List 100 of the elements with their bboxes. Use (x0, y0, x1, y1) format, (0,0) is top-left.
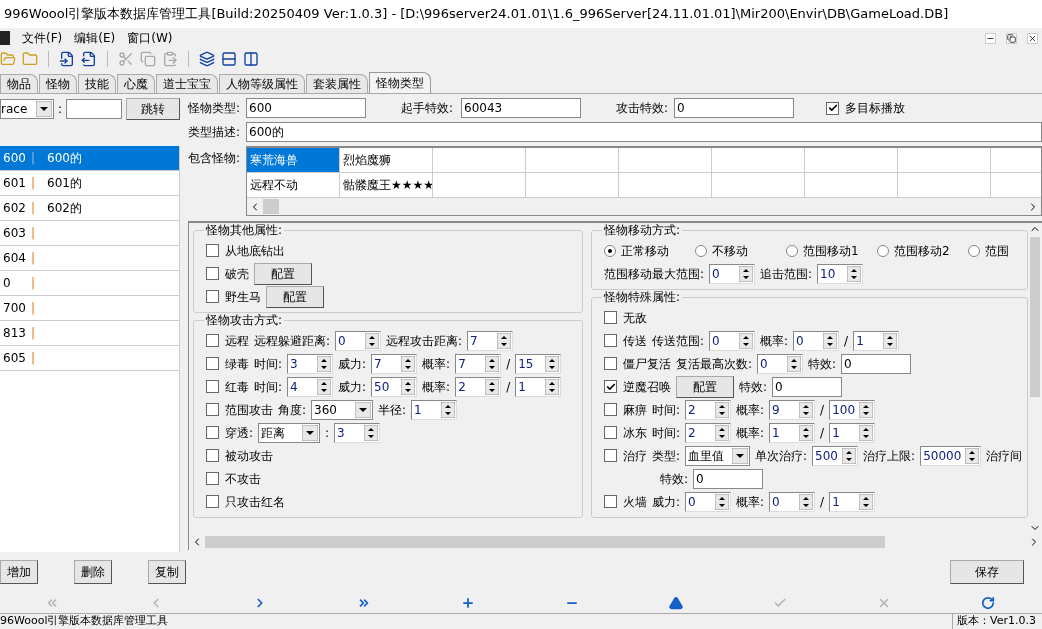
checkbox[interactable] (206, 380, 219, 393)
input-field[interactable] (66, 99, 123, 119)
radio-button[interactable] (877, 244, 889, 257)
spin-field[interactable]: 1 (515, 376, 562, 397)
action-button[interactable]: 复制 (148, 560, 186, 584)
list-row[interactable]: 604 | (0, 246, 179, 271)
spin-arrows-icon[interactable] (965, 447, 980, 464)
spin-arrows-icon[interactable] (497, 332, 512, 349)
spin-field[interactable]: 1 (769, 422, 816, 443)
checkbox[interactable] (604, 495, 617, 508)
dropdown[interactable]: race (0, 99, 54, 119)
checkbox[interactable] (604, 403, 617, 416)
spin-field[interactable]: 2 (685, 399, 732, 420)
config-button[interactable]: 配置 (254, 262, 312, 285)
tab[interactable]: 人物等级属性 (219, 74, 305, 93)
spin-arrows-icon[interactable] (364, 424, 379, 441)
scroll-thumb[interactable] (1030, 237, 1040, 397)
checkbox[interactable] (604, 311, 617, 324)
checkbox[interactable] (206, 290, 219, 303)
checkbox[interactable] (604, 357, 617, 370)
spin-arrows-icon[interactable] (859, 493, 874, 510)
checkbox[interactable] (206, 357, 219, 370)
spin-arrows-icon[interactable] (545, 378, 560, 395)
radio-button[interactable] (786, 244, 798, 257)
spin-field[interactable]: 7 (467, 330, 514, 351)
checkbox[interactable] (206, 449, 219, 462)
action-button[interactable]: 增加 (0, 560, 38, 584)
input-field[interactable]: 0 (772, 376, 843, 397)
spin-field[interactable]: 0 (335, 330, 382, 351)
scroll-thumb[interactable] (263, 199, 279, 214)
spin-field[interactable]: 0 (709, 330, 756, 351)
spin-field[interactable]: 9 (769, 399, 816, 420)
spin-arrows-icon[interactable] (485, 355, 500, 372)
radio-button[interactable] (695, 244, 707, 257)
spin-arrows-icon[interactable] (365, 332, 380, 349)
radio-button[interactable] (968, 244, 980, 257)
checkbox[interactable] (206, 495, 219, 508)
spin-arrows-icon[interactable] (859, 401, 874, 418)
spin-field[interactable]: 7 (371, 353, 418, 374)
spin-arrows-icon[interactable] (823, 332, 838, 349)
spin-field[interactable]: 2 (685, 422, 732, 443)
spin-field[interactable]: 1 (853, 330, 900, 351)
file-in-icon[interactable] (59, 51, 75, 67)
spin-arrows-icon[interactable] (842, 447, 857, 464)
list-row[interactable]: 700 | (0, 296, 179, 321)
spin-arrows-icon[interactable] (715, 493, 730, 510)
spin-field[interactable]: 500 (812, 445, 859, 466)
menu-item[interactable]: 窗口(W) (121, 29, 179, 47)
spin-arrows-icon[interactable] (739, 265, 754, 282)
refresh-icon[interactable] (981, 595, 995, 610)
spin-arrows-icon[interactable] (787, 355, 802, 372)
tab[interactable]: 心魔 (117, 74, 155, 93)
spin-field[interactable]: 1 (829, 491, 876, 512)
tab[interactable]: 道士宝宝 (156, 74, 218, 93)
plus-icon[interactable] (461, 595, 475, 610)
caret-icon[interactable] (355, 401, 372, 418)
tile-vertical-icon[interactable] (243, 51, 259, 67)
spin-arrows-icon[interactable] (739, 332, 754, 349)
input-field[interactable]: 0 (693, 468, 764, 489)
restore-icon[interactable] (1006, 32, 1017, 44)
spin-arrows-icon[interactable] (859, 424, 874, 441)
jump-button[interactable]: 跳转 (126, 98, 180, 120)
menu-item[interactable]: 文件(F) (16, 29, 69, 47)
spin-field[interactable]: 0 (709, 263, 756, 284)
input-field[interactable]: 0 (674, 98, 794, 118)
tab[interactable]: 技能 (78, 74, 116, 93)
spin-field[interactable]: 50 (371, 376, 418, 397)
checkbox[interactable] (206, 426, 219, 439)
triangle-icon[interactable] (669, 595, 683, 610)
list-row[interactable]: 602 | 602的 (0, 196, 179, 221)
spin-field[interactable]: 3 (287, 353, 334, 374)
list-row[interactable]: 0 | (0, 271, 179, 296)
spin-arrows-icon[interactable] (799, 424, 814, 441)
checkbox[interactable] (826, 101, 839, 115)
cascade-windows-icon[interactable] (199, 51, 215, 67)
input-field[interactable]: 600 (246, 98, 366, 118)
spin-field[interactable]: 1 (829, 422, 876, 443)
scroll-thumb[interactable] (205, 536, 885, 548)
checkbox[interactable] (604, 334, 617, 347)
grid-cell[interactable]: 烈焰魔狮 (340, 148, 433, 172)
caret-icon[interactable] (732, 447, 749, 464)
tab[interactable]: 套装属性 (306, 74, 368, 93)
list-row[interactable]: 600 | 600的 (0, 146, 179, 171)
spin-field[interactable]: 50000 (920, 445, 982, 466)
menu-item[interactable]: 编辑(E) (68, 29, 122, 47)
spin-field[interactable]: 10 (817, 263, 864, 284)
spin-field[interactable]: 0 (685, 491, 732, 512)
spin-field[interactable]: 0 (769, 491, 816, 512)
tile-horizontal-icon[interactable] (221, 51, 237, 67)
spin-arrows-icon[interactable] (441, 401, 456, 418)
checkbox[interactable] (206, 334, 219, 347)
spin-field[interactable]: 3 (334, 422, 381, 443)
spin-arrows-icon[interactable] (715, 401, 730, 418)
file-out-icon[interactable] (81, 51, 97, 67)
dropdown[interactable]: 360 (311, 399, 374, 420)
caret-icon[interactable] (36, 101, 52, 117)
list-row[interactable]: 603 | (0, 221, 179, 246)
list-row[interactable]: 605 | (0, 346, 179, 371)
spin-arrows-icon[interactable] (883, 332, 898, 349)
caret-icon[interactable] (302, 424, 319, 441)
